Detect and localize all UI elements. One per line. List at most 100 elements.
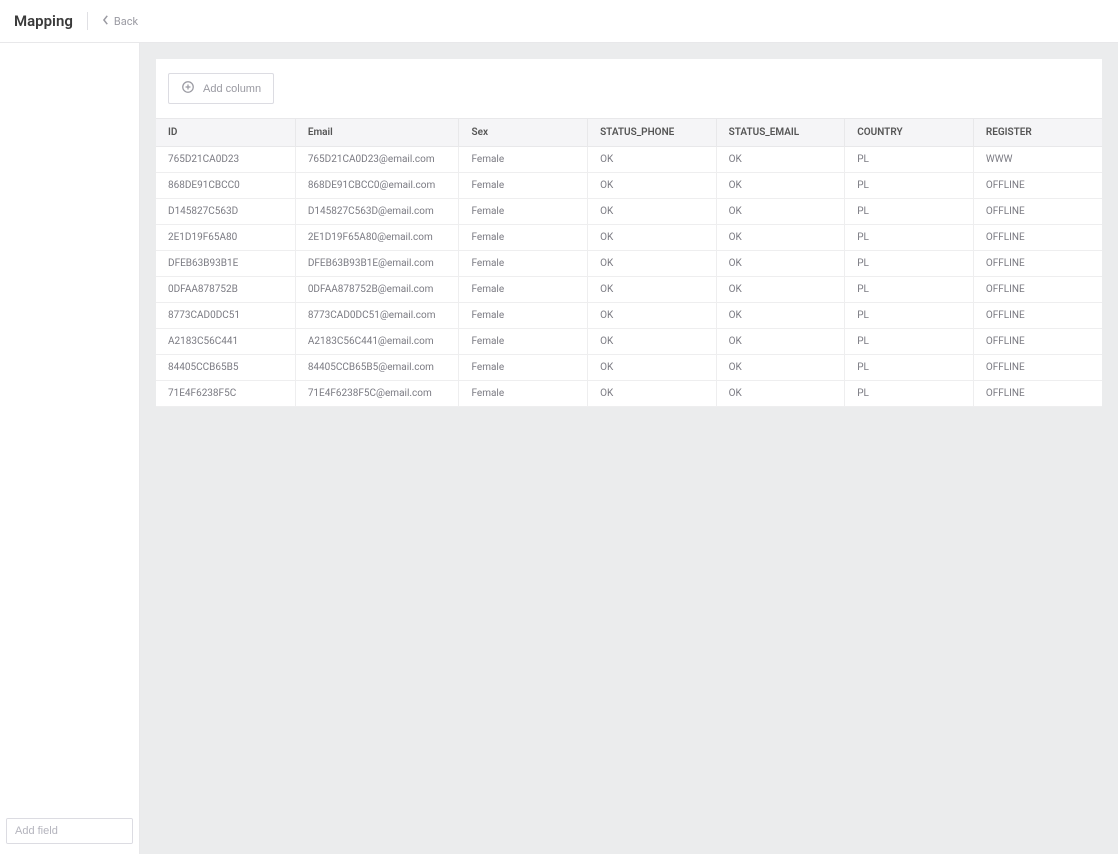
cell-id: 765D21CA0D23 xyxy=(156,147,295,173)
cell-status_email: OK xyxy=(716,199,845,225)
cell-email: 84405CCB65B5@email.com xyxy=(295,355,459,381)
cell-status_email: OK xyxy=(716,381,845,407)
cell-id: 868DE91CBCC0 xyxy=(156,173,295,199)
cell-email: 765D21CA0D23@email.com xyxy=(295,147,459,173)
cell-email: 868DE91CBCC0@email.com xyxy=(295,173,459,199)
cell-status_email: OK xyxy=(716,329,845,355)
cell-country: PL xyxy=(845,225,974,251)
cell-id: 2E1D19F65A80 xyxy=(156,225,295,251)
cell-register: OFFLINE xyxy=(973,173,1102,199)
cell-status_email: OK xyxy=(716,277,845,303)
table-row[interactable]: 765D21CA0D23765D21CA0D23@email.comFemale… xyxy=(156,147,1102,173)
cell-status_phone: OK xyxy=(588,329,717,355)
table-row[interactable]: 2E1D19F65A802E1D19F65A80@email.comFemale… xyxy=(156,225,1102,251)
cell-status_phone: OK xyxy=(588,303,717,329)
cell-register: OFFLINE xyxy=(973,381,1102,407)
cell-email: 2E1D19F65A80@email.com xyxy=(295,225,459,251)
cell-status_phone: OK xyxy=(588,355,717,381)
cell-status_phone: OK xyxy=(588,199,717,225)
chevron-left-icon xyxy=(102,15,110,28)
back-label: Back xyxy=(114,15,138,28)
cell-sex: Female xyxy=(459,329,588,355)
cell-sex: Female xyxy=(459,303,588,329)
cell-status_phone: OK xyxy=(588,147,717,173)
cell-id: 71E4F6238F5C xyxy=(156,381,295,407)
cell-status_phone: OK xyxy=(588,381,717,407)
cell-sex: Female xyxy=(459,381,588,407)
cell-email: DFEB63B93B1E@email.com xyxy=(295,251,459,277)
back-button[interactable]: Back xyxy=(102,15,138,28)
cell-sex: Female xyxy=(459,277,588,303)
cell-register: OFFLINE xyxy=(973,329,1102,355)
cell-email: 0DFAA878752B@email.com xyxy=(295,277,459,303)
divider xyxy=(87,12,88,30)
cell-status_email: OK xyxy=(716,303,845,329)
sidebar xyxy=(0,43,140,854)
col-header-register[interactable]: REGISTER xyxy=(973,119,1102,147)
cell-status_email: OK xyxy=(716,251,845,277)
col-header-status-phone[interactable]: STATUS_PHONE xyxy=(588,119,717,147)
add-field-control xyxy=(6,818,133,844)
cell-id: DFEB63B93B1E xyxy=(156,251,295,277)
main: Add column ID Email Sex STATUS_PHONE STA… xyxy=(140,43,1118,854)
add-column-button[interactable]: Add column xyxy=(168,73,274,104)
cell-sex: Female xyxy=(459,355,588,381)
col-header-status-email[interactable]: STATUS_EMAIL xyxy=(716,119,845,147)
add-column-label: Add column xyxy=(203,83,261,95)
cell-country: PL xyxy=(845,251,974,277)
col-header-sex[interactable]: Sex xyxy=(459,119,588,147)
cell-id: D145827C563D xyxy=(156,199,295,225)
cell-register: OFFLINE xyxy=(973,303,1102,329)
table-row[interactable]: DFEB63B93B1EDFEB63B93B1E@email.comFemale… xyxy=(156,251,1102,277)
cell-sex: Female xyxy=(459,147,588,173)
cell-country: PL xyxy=(845,329,974,355)
cell-sex: Female xyxy=(459,199,588,225)
cell-sex: Female xyxy=(459,251,588,277)
col-header-email[interactable]: Email xyxy=(295,119,459,147)
cell-sex: Female xyxy=(459,225,588,251)
cell-id: 8773CAD0DC51 xyxy=(156,303,295,329)
cell-register: OFFLINE xyxy=(973,251,1102,277)
cell-email: A2183C56C441@email.com xyxy=(295,329,459,355)
cell-country: PL xyxy=(845,381,974,407)
header: Mapping Back xyxy=(0,0,1118,43)
cell-register: OFFLINE xyxy=(973,199,1102,225)
table-row[interactable]: 0DFAA878752B0DFAA878752B@email.comFemale… xyxy=(156,277,1102,303)
cell-id: 84405CCB65B5 xyxy=(156,355,295,381)
table-row[interactable]: 84405CCB65B584405CCB65B5@email.comFemale… xyxy=(156,355,1102,381)
cell-register: OFFLINE xyxy=(973,355,1102,381)
cell-id: A2183C56C441 xyxy=(156,329,295,355)
data-table: ID Email Sex STATUS_PHONE STATUS_EMAIL C… xyxy=(156,118,1102,407)
cell-email: 71E4F6238F5C@email.com xyxy=(295,381,459,407)
table-row[interactable]: A2183C56C441A2183C56C441@email.comFemale… xyxy=(156,329,1102,355)
col-header-country[interactable]: COUNTRY xyxy=(845,119,974,147)
cell-sex: Female xyxy=(459,173,588,199)
cell-id: 0DFAA878752B xyxy=(156,277,295,303)
cell-status_email: OK xyxy=(716,147,845,173)
add-field-input[interactable] xyxy=(7,819,133,843)
cell-register: WWW xyxy=(973,147,1102,173)
cell-country: PL xyxy=(845,277,974,303)
cell-status_email: OK xyxy=(716,355,845,381)
table-row[interactable]: D145827C563DD145827C563D@email.comFemale… xyxy=(156,199,1102,225)
cell-register: OFFLINE xyxy=(973,225,1102,251)
table-row[interactable]: 71E4F6238F5C71E4F6238F5C@email.comFemale… xyxy=(156,381,1102,407)
data-card: Add column ID Email Sex STATUS_PHONE STA… xyxy=(156,59,1102,407)
table-row[interactable]: 8773CAD0DC518773CAD0DC51@email.comFemale… xyxy=(156,303,1102,329)
cell-status_phone: OK xyxy=(588,225,717,251)
cell-country: PL xyxy=(845,355,974,381)
page-title: Mapping xyxy=(14,12,73,30)
col-header-id[interactable]: ID xyxy=(156,119,295,147)
cell-status_phone: OK xyxy=(588,277,717,303)
cell-email: 8773CAD0DC51@email.com xyxy=(295,303,459,329)
cell-country: PL xyxy=(845,199,974,225)
cell-status_email: OK xyxy=(716,225,845,251)
cell-status_phone: OK xyxy=(588,173,717,199)
cell-country: PL xyxy=(845,147,974,173)
plus-circle-icon xyxy=(181,80,195,97)
cell-status_phone: OK xyxy=(588,251,717,277)
cell-email: D145827C563D@email.com xyxy=(295,199,459,225)
table-row[interactable]: 868DE91CBCC0868DE91CBCC0@email.comFemale… xyxy=(156,173,1102,199)
cell-country: PL xyxy=(845,173,974,199)
cell-status_email: OK xyxy=(716,173,845,199)
